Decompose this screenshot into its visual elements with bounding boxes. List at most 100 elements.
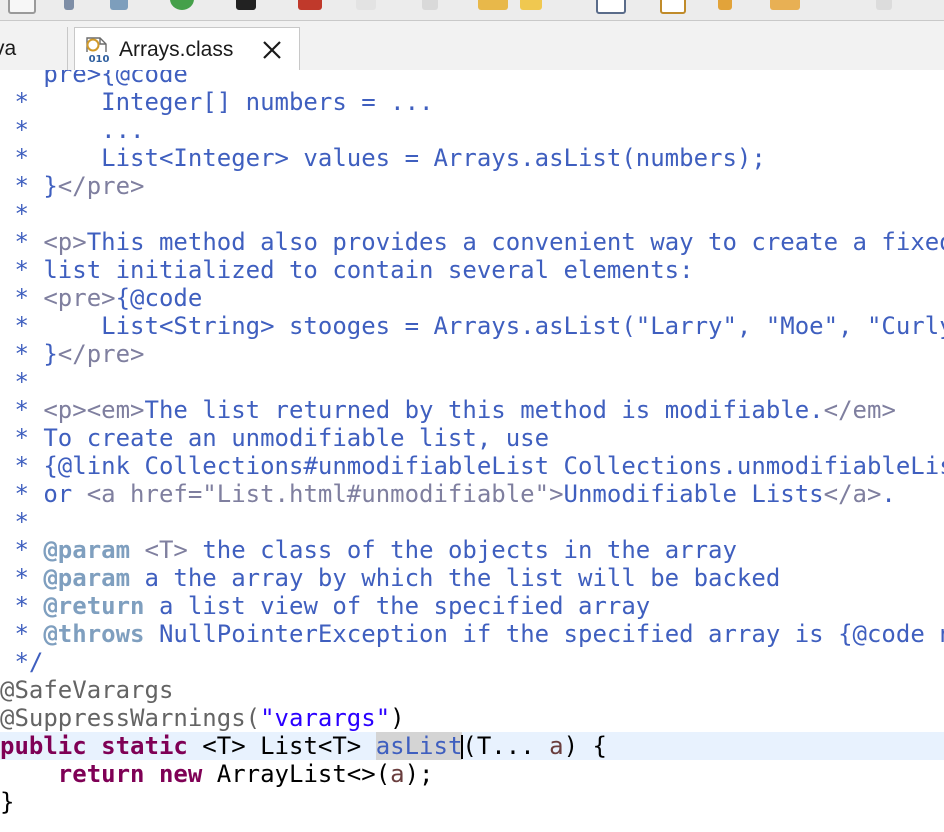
- code-token: * Integer[] numbers = ...: [0, 88, 434, 116]
- code-token: @return: [43, 592, 145, 620]
- toolbar-icon[interactable]: [660, 0, 686, 14]
- code-line[interactable]: pre>{@code: [0, 70, 944, 88]
- toolbar-icon[interactable]: [64, 0, 74, 10]
- code-token: * }: [0, 172, 58, 200]
- tab-label: Arrays.class: [119, 37, 234, 61]
- code-token: .: [881, 480, 896, 508]
- toolbar-icon[interactable]: [356, 0, 376, 10]
- code-token: *: [0, 592, 44, 620]
- code-token: * List<Integer> values = Arrays.asList(n…: [0, 144, 766, 172]
- code-line[interactable]: */: [0, 648, 944, 676]
- code-token: This method also provides a convenient w…: [86, 228, 944, 256]
- code-token: static: [101, 732, 188, 760]
- code-line[interactable]: @SafeVarargs: [0, 676, 944, 704]
- code-line[interactable]: * list initialized to contain several el…: [0, 256, 944, 284]
- code-token: </pre>: [57, 172, 145, 200]
- toolbar-icon[interactable]: [236, 0, 256, 10]
- code-token: @param: [43, 536, 131, 564]
- code-line[interactable]: * }</pre>: [0, 340, 944, 368]
- toolbar-icon[interactable]: [596, 0, 626, 14]
- code-line[interactable]: * List<String> stooges = Arrays.asList("…: [0, 312, 944, 340]
- run-icon[interactable]: [170, 0, 194, 10]
- code-token: ) {: [563, 732, 607, 760]
- code-line[interactable]: * To create an unmodifiable list, use: [0, 424, 944, 452]
- close-icon[interactable]: [261, 39, 283, 61]
- code-line[interactable]: *: [0, 200, 944, 228]
- code-token: @throws: [43, 620, 145, 648]
- toolbar-icon[interactable]: [718, 0, 732, 10]
- toolbar-icon[interactable]: [8, 0, 36, 14]
- code-line[interactable]: }: [0, 788, 944, 816]
- code-line[interactable]: * <pre>{@code: [0, 284, 944, 312]
- code-token: */: [0, 648, 44, 676]
- tab-arrays-class[interactable]: 010 Arrays.class: [74, 27, 300, 70]
- code-line[interactable]: @SuppressWarnings("varargs"): [0, 704, 944, 732]
- code-token: </a>: [823, 480, 882, 508]
- code-token: * To create an unmodifiable list, use: [0, 424, 550, 452]
- code-token: *: [0, 200, 29, 228]
- code-line[interactable]: * @param a the array by which the list w…: [0, 564, 944, 592]
- tab-previous-file[interactable]: va: [0, 27, 68, 70]
- code-token: *: [0, 284, 44, 312]
- code-line[interactable]: * }</pre>: [0, 172, 944, 200]
- code-line[interactable]: * @return a list view of the specified a…: [0, 592, 944, 620]
- code-token: @SuppressWarnings(: [0, 704, 261, 732]
- code-line[interactable]: * or <a href="List.html#unmodifiable">Un…: [0, 480, 944, 508]
- code-token: a: [390, 760, 405, 788]
- code-line[interactable]: * <p>This method also provides a conveni…: [0, 228, 944, 256]
- code-token: *: [0, 536, 44, 564]
- code-line[interactable]: public static <T> List<T> asList(T... a)…: [0, 732, 944, 760]
- code-token: * ...: [0, 116, 145, 144]
- code-token: a: [549, 732, 564, 760]
- toolbar-icon[interactable]: [770, 0, 800, 10]
- code-line[interactable]: * @throws NullPointerException if the sp…: [0, 620, 944, 648]
- code-editor[interactable]: pre>{@code * Integer[] numbers = ... * .…: [0, 70, 944, 832]
- svg-text:010: 010: [89, 54, 110, 65]
- toolbar-icon[interactable]: [478, 0, 508, 10]
- code-token: * or: [0, 480, 87, 508]
- toolbar-icon[interactable]: [110, 0, 128, 10]
- toolbar-icon[interactable]: [876, 0, 892, 10]
- code-line[interactable]: * <p><em>The list returned by this metho…: [0, 396, 944, 424]
- code-token: </pre>: [57, 340, 145, 368]
- code-line[interactable]: *: [0, 508, 944, 536]
- code-token: "varargs": [260, 704, 391, 732]
- editor-tab-bar: va 010 Arrays.class: [0, 21, 944, 71]
- code-token: <p><em>: [43, 396, 145, 424]
- code-token: <pre>: [43, 284, 116, 312]
- code-token: NullPointerException if the specified ar…: [144, 620, 944, 648]
- code-token: ArrayList<>(: [202, 760, 391, 788]
- code-token: }: [0, 788, 15, 816]
- code-line[interactable]: *: [0, 368, 944, 396]
- code-token: *: [0, 396, 44, 424]
- code-token: * list initialized to contain several el…: [0, 256, 694, 284]
- code-line[interactable]: * List<Integer> values = Arrays.asList(n…: [0, 144, 944, 172]
- code-line[interactable]: return new ArrayList<>(a);: [0, 760, 944, 788]
- code-line[interactable]: * {@link Collections#unmodifiableList Co…: [0, 452, 944, 480]
- code-token: *: [0, 564, 44, 592]
- code-token: * }: [0, 340, 58, 368]
- code-token: The list returned by this method is modi…: [144, 396, 824, 424]
- code-token: *: [0, 620, 44, 648]
- code-token: (T...: [462, 732, 550, 760]
- code-line[interactable]: * @param <T> the class of the objects in…: [0, 536, 944, 564]
- code-token: a list view of the specified array: [144, 592, 651, 620]
- code-token: <T> List<T>: [187, 732, 376, 760]
- code-token: * {@link Collections#unmodifiableList Co…: [0, 452, 944, 480]
- code-token: new: [158, 760, 203, 788]
- code-token: {@code: [115, 284, 203, 312]
- toolbar-icon[interactable]: [520, 0, 542, 10]
- code-token: <a href="List.html#unmodifiable">: [86, 480, 564, 508]
- toolbar-icon[interactable]: [298, 0, 322, 10]
- code-token: *: [0, 508, 29, 536]
- selected-word: asList: [375, 732, 463, 760]
- code-token: <p>: [43, 228, 87, 256]
- code-line[interactable]: * Integer[] numbers = ...: [0, 88, 944, 116]
- main-toolbar: [0, 0, 944, 21]
- code-line[interactable]: * ...: [0, 116, 944, 144]
- toolbar-icon[interactable]: [422, 0, 438, 10]
- code-token: a the array by which the list will be ba…: [130, 564, 781, 592]
- code-token: * List<String> stooges = Arrays.asList("…: [0, 312, 944, 340]
